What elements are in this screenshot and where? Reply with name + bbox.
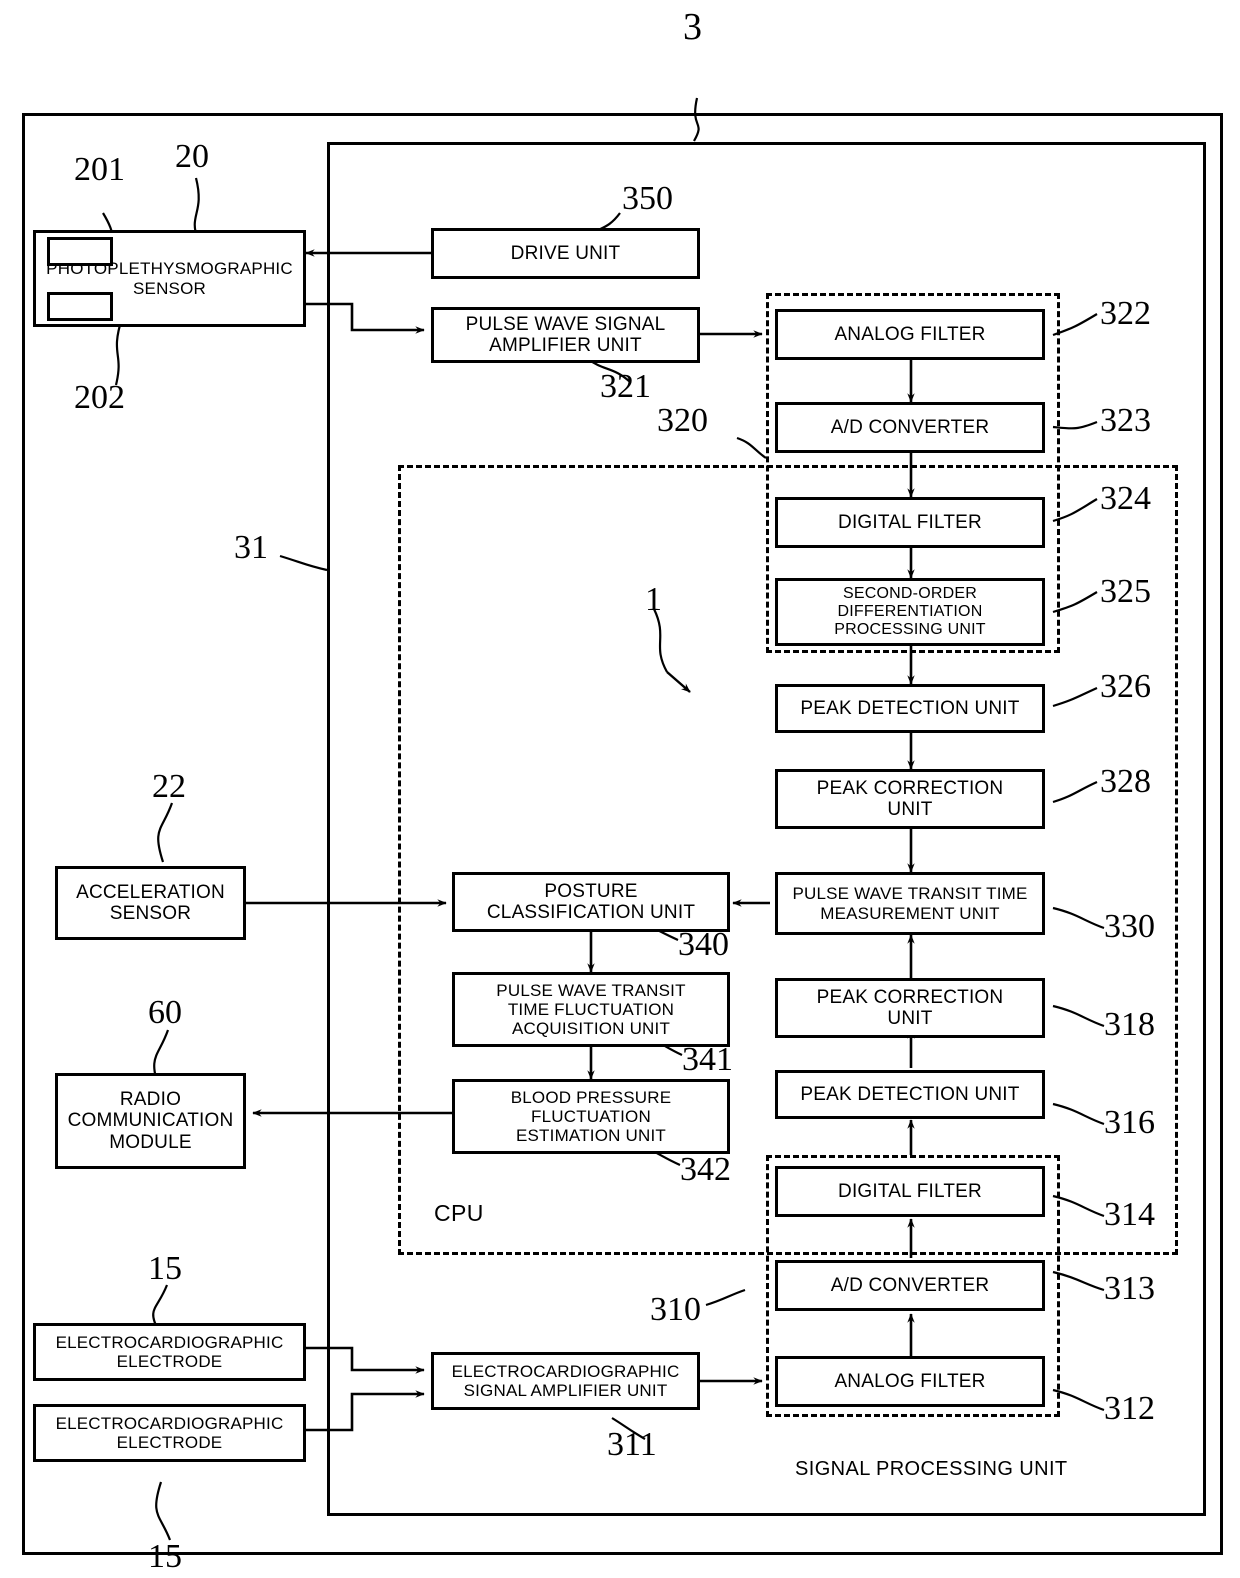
- ref-311: 311: [607, 1426, 657, 1463]
- peak-detection-unit-pulse-wave-block[interactable]: PEAK DETECTION UNIT: [775, 684, 1045, 733]
- pulse-wave-transit-time-measurement-unit-block[interactable]: PULSE WAVE TRANSIT TIME MEASUREMENT UNIT: [775, 872, 1045, 935]
- peak-correction-unit-pulse-wave-block[interactable]: PEAK CORRECTION UNIT: [775, 769, 1045, 829]
- ref-340: 340: [678, 926, 729, 963]
- electrocardiographic-electrode-bottom-block[interactable]: ELECTROCARDIOGRAPHIC ELECTRODE: [33, 1404, 306, 1462]
- acceleration-sensor-block[interactable]: ACCELERATION SENSOR: [55, 866, 246, 940]
- electrocardiographic-signal-amplifier-unit-block[interactable]: ELECTROCARDIOGRAPHIC SIGNAL AMPLIFIER UN…: [431, 1352, 700, 1410]
- ref-312: 312: [1104, 1390, 1155, 1427]
- ref-15-bottom: 15: [148, 1538, 182, 1575]
- pulse-wave-transit-time-fluctuation-acquisition-unit-block[interactable]: PULSE WAVE TRANSIT TIME FLUCTUATION ACQU…: [452, 972, 730, 1047]
- signal-processing-unit-label: SIGNAL PROCESSING UNIT: [795, 1458, 1068, 1480]
- radio-communication-module-block[interactable]: RADIO COMMUNICATION MODULE: [55, 1073, 246, 1169]
- blood-pressure-fluctuation-estimation-unit-block[interactable]: BLOOD PRESSURE FLUCTUATION ESTIMATION UN…: [452, 1079, 730, 1154]
- ref-318: 318: [1104, 1006, 1155, 1043]
- pulse-wave-signal-amplifier-unit-block[interactable]: PULSE WAVE SIGNAL AMPLIFIER UNIT: [431, 307, 700, 363]
- ref-320: 320: [657, 402, 708, 439]
- light-emitting-element-201: [47, 237, 113, 266]
- ref-321: 321: [600, 368, 651, 405]
- ref-310: 310: [650, 1291, 701, 1328]
- ad-converter-pulse-wave-block[interactable]: A/D CONVERTER: [775, 402, 1045, 453]
- ref-326: 326: [1100, 668, 1151, 705]
- ref-3-figure: 3: [683, 6, 702, 48]
- ref-341: 341: [682, 1041, 733, 1078]
- cpu-label: CPU: [434, 1200, 484, 1226]
- digital-filter-ecg-block[interactable]: DIGITAL FILTER: [775, 1166, 1045, 1217]
- ref-322: 322: [1100, 295, 1151, 332]
- ref-60: 60: [148, 994, 182, 1031]
- digital-filter-pulse-wave-block[interactable]: DIGITAL FILTER: [775, 497, 1045, 548]
- ref-15-top: 15: [148, 1250, 182, 1287]
- peak-correction-unit-ecg-block[interactable]: PEAK CORRECTION UNIT: [775, 978, 1045, 1038]
- ref-350: 350: [622, 180, 673, 217]
- analog-filter-pulse-wave-block[interactable]: ANALOG FILTER: [775, 309, 1045, 360]
- ref-1-system: 1: [645, 581, 662, 618]
- posture-classification-unit-block[interactable]: POSTURE CLASSIFICATION UNIT: [452, 872, 730, 932]
- drive-unit-block[interactable]: DRIVE UNIT: [431, 228, 700, 279]
- electrocardiographic-electrode-top-block[interactable]: ELECTROCARDIOGRAPHIC ELECTRODE: [33, 1323, 306, 1381]
- ref-314: 314: [1104, 1196, 1155, 1233]
- ref-325: 325: [1100, 573, 1151, 610]
- second-order-differentiation-processing-unit-block[interactable]: SECOND-ORDER DIFFERENTIATION PROCESSING …: [775, 578, 1045, 646]
- ref-323: 323: [1100, 402, 1151, 439]
- ref-20: 20: [175, 138, 209, 175]
- ref-324: 324: [1100, 480, 1151, 517]
- ref-342: 342: [680, 1151, 731, 1188]
- ad-converter-ecg-block[interactable]: A/D CONVERTER: [775, 1260, 1045, 1311]
- analog-filter-ecg-block[interactable]: ANALOG FILTER: [775, 1356, 1045, 1407]
- ref-330: 330: [1104, 908, 1155, 945]
- peak-detection-unit-ecg-block[interactable]: PEAK DETECTION UNIT: [775, 1070, 1045, 1119]
- ref-202: 202: [74, 379, 125, 416]
- ref-22: 22: [152, 768, 186, 805]
- ref-201: 201: [74, 151, 125, 188]
- ref-316: 316: [1104, 1104, 1155, 1141]
- ref-313: 313: [1104, 1270, 1155, 1307]
- ref-31-device: 31: [234, 529, 268, 566]
- ref-328: 328: [1100, 763, 1151, 800]
- light-receiving-element-202: [47, 292, 113, 321]
- patent-block-diagram: PHOTOPLETHYSMOGRAPHIC SENSOR 201 20 202 …: [0, 0, 1240, 1578]
